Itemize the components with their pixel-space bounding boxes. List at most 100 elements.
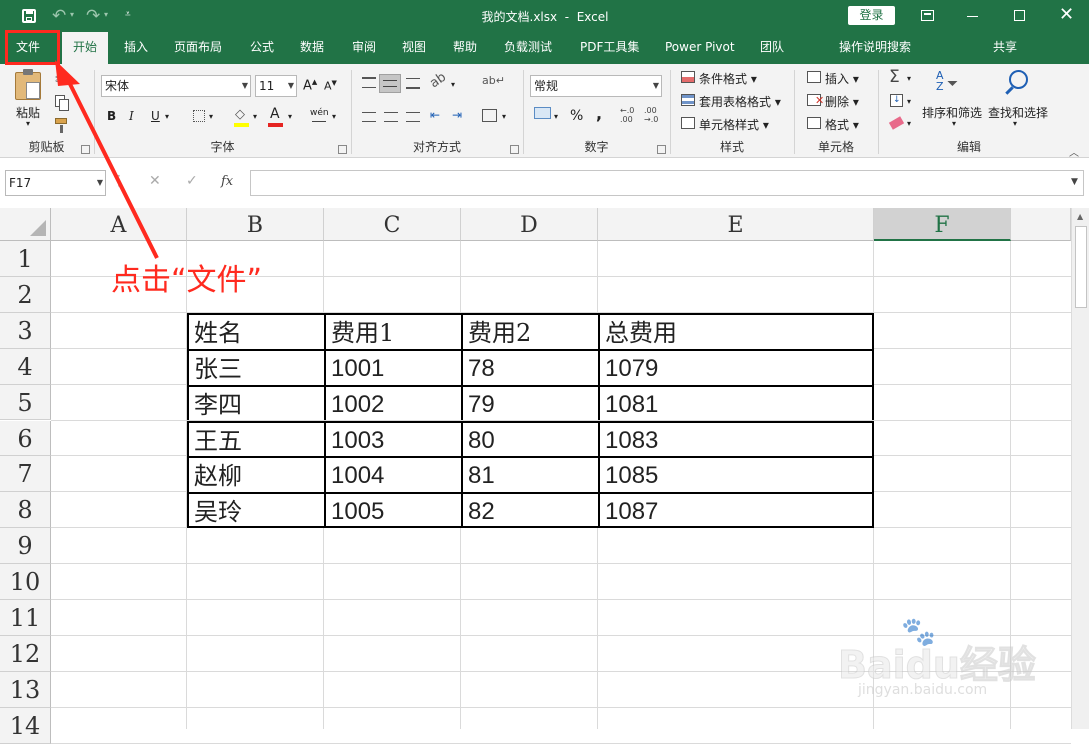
fill-icon[interactable]: ↓: [890, 94, 903, 107]
clear-dropdown-icon[interactable]: ▾: [907, 119, 911, 128]
table-header-cell[interactable]: 姓名: [187, 312, 324, 349]
table-cell[interactable]: 1005: [324, 492, 461, 529]
table-cell[interactable]: 1001: [324, 348, 461, 385]
table-cell[interactable]: 81: [461, 456, 598, 493]
row-header-11[interactable]: 11: [0, 600, 51, 636]
increase-decimal-icon[interactable]: ←.0.00: [620, 106, 634, 124]
row-header-10[interactable]: 10: [0, 564, 51, 600]
fill-color-icon[interactable]: ◇: [235, 107, 245, 122]
row-header-5[interactable]: 5: [0, 384, 51, 421]
close-icon[interactable]: ✕: [1059, 4, 1074, 25]
table-header-cell[interactable]: 费用2: [461, 312, 598, 349]
table-header-cell[interactable]: 费用1: [324, 312, 461, 349]
row-header-12[interactable]: 12: [0, 635, 51, 672]
cell-styles-icon[interactable]: [681, 117, 695, 129]
autosum-dropdown-icon[interactable]: ▾: [907, 74, 911, 83]
sort-filter-dropdown-icon[interactable]: ▾: [952, 119, 956, 128]
delete-cells-button[interactable]: 删除 ▾: [825, 93, 859, 110]
scroll-up-icon[interactable]: ▲: [1077, 212, 1083, 221]
decrease-indent-icon[interactable]: ⇤: [430, 108, 440, 122]
column-header-e[interactable]: E: [598, 208, 874, 241]
tell-me-search[interactable]: 操作说明搜索: [839, 32, 911, 64]
tab-team[interactable]: 团队: [760, 32, 784, 64]
find-select-dropdown-icon[interactable]: ▾: [1013, 119, 1017, 128]
insert-cells-button[interactable]: 插入 ▾: [825, 70, 859, 87]
shrink-font-icon[interactable]: A▼: [324, 79, 337, 93]
insert-cells-icon[interactable]: [807, 71, 821, 83]
align-left-icon[interactable]: [362, 112, 376, 122]
tab-power-pivot[interactable]: Power Pivot: [665, 32, 735, 64]
fill-dropdown-icon[interactable]: ▾: [907, 97, 911, 106]
conditional-format-icon[interactable]: [681, 71, 695, 83]
table-cell[interactable]: 1002: [324, 384, 461, 421]
formula-input[interactable]: [250, 170, 1084, 196]
align-right-icon[interactable]: [406, 112, 420, 122]
table-cell[interactable]: 赵柳: [187, 456, 324, 493]
minimize-icon[interactable]: [967, 16, 978, 17]
collapse-ribbon-icon[interactable]: ︿: [1069, 144, 1079, 159]
vertical-scrollbar[interactable]: ▲: [1071, 208, 1089, 729]
align-top-icon[interactable]: [362, 77, 376, 88]
row-header-9[interactable]: 9: [0, 528, 51, 565]
table-cell[interactable]: 李四: [187, 384, 324, 421]
tab-view[interactable]: 视图: [402, 32, 426, 64]
sort-filter-icon[interactable]: AZ: [936, 70, 944, 92]
table-cell[interactable]: 82: [461, 492, 598, 529]
table-cell[interactable]: 78: [461, 348, 598, 385]
table-cell[interactable]: 张三: [187, 348, 324, 385]
tab-formulas[interactable]: 公式: [250, 32, 274, 64]
orientation-dropdown-icon[interactable]: ▾: [451, 80, 455, 89]
conditional-format-button[interactable]: 条件格式 ▾: [699, 70, 757, 87]
table-cell[interactable]: 1087: [598, 492, 874, 529]
row-header-8[interactable]: 8: [0, 492, 51, 529]
row-header-6[interactable]: 6: [0, 420, 51, 457]
table-cell[interactable]: 王五: [187, 420, 324, 457]
comma-button[interactable]: ,: [596, 104, 602, 123]
share-button[interactable]: 共享: [993, 32, 1017, 64]
tab-help[interactable]: 帮助: [453, 32, 477, 64]
table-cell[interactable]: 1085: [598, 456, 874, 493]
table-cell[interactable]: 1003: [324, 420, 461, 457]
percent-button[interactable]: %: [570, 108, 583, 124]
column-header-b[interactable]: B: [187, 208, 324, 241]
scrollbar-thumb[interactable]: [1075, 226, 1087, 308]
table-cell[interactable]: 1079: [598, 348, 874, 385]
format-as-table-icon[interactable]: [681, 94, 695, 106]
table-cell[interactable]: 1081: [598, 384, 874, 421]
tab-load-test[interactable]: 负载测试: [504, 32, 552, 64]
login-button[interactable]: 登录: [848, 6, 895, 25]
currency-icon[interactable]: [534, 107, 551, 119]
table-cell[interactable]: 79: [461, 384, 598, 421]
column-header-f[interactable]: F: [874, 208, 1011, 241]
row-header-13[interactable]: 13: [0, 671, 51, 708]
find-select-button[interactable]: 查找和选择: [988, 104, 1048, 121]
column-header-c[interactable]: C: [324, 208, 461, 241]
row-header-2[interactable]: 2: [0, 276, 51, 313]
phonetic-icon[interactable]: wén: [310, 108, 329, 118]
column-header-partial[interactable]: [1011, 208, 1071, 241]
row-header-7[interactable]: 7: [0, 456, 51, 493]
maximize-icon[interactable]: [1014, 10, 1025, 21]
align-center-icon[interactable]: [384, 112, 398, 122]
clear-icon[interactable]: [888, 116, 905, 130]
font-launcher-icon[interactable]: [338, 145, 347, 154]
merge-center-icon[interactable]: [482, 109, 497, 122]
row-header-14[interactable]: 14: [0, 707, 51, 744]
table-cell[interactable]: 1004: [324, 456, 461, 493]
increase-indent-icon[interactable]: ⇥: [452, 108, 462, 122]
alignment-launcher-icon[interactable]: [510, 145, 519, 154]
align-bottom-icon[interactable]: [406, 78, 420, 89]
font-color-dropdown-icon[interactable]: ▾: [288, 112, 292, 121]
row-header-3[interactable]: 3: [0, 312, 51, 349]
table-cell[interactable]: 1083: [598, 420, 874, 457]
phonetic-dropdown-icon[interactable]: ▾: [332, 112, 336, 121]
tab-data[interactable]: 数据: [300, 32, 324, 64]
expand-formula-icon[interactable]: ▼: [1071, 177, 1078, 187]
row-header-4[interactable]: 4: [0, 348, 51, 385]
tab-pdf-tools[interactable]: PDF工具集: [580, 32, 639, 64]
number-launcher-icon[interactable]: [657, 145, 666, 154]
table-cell[interactable]: 吴玲: [187, 492, 324, 529]
orientation-icon[interactable]: ab: [427, 70, 449, 92]
font-size-select[interactable]: 11 ▼: [255, 75, 297, 97]
merge-dropdown-icon[interactable]: ▾: [502, 112, 506, 121]
